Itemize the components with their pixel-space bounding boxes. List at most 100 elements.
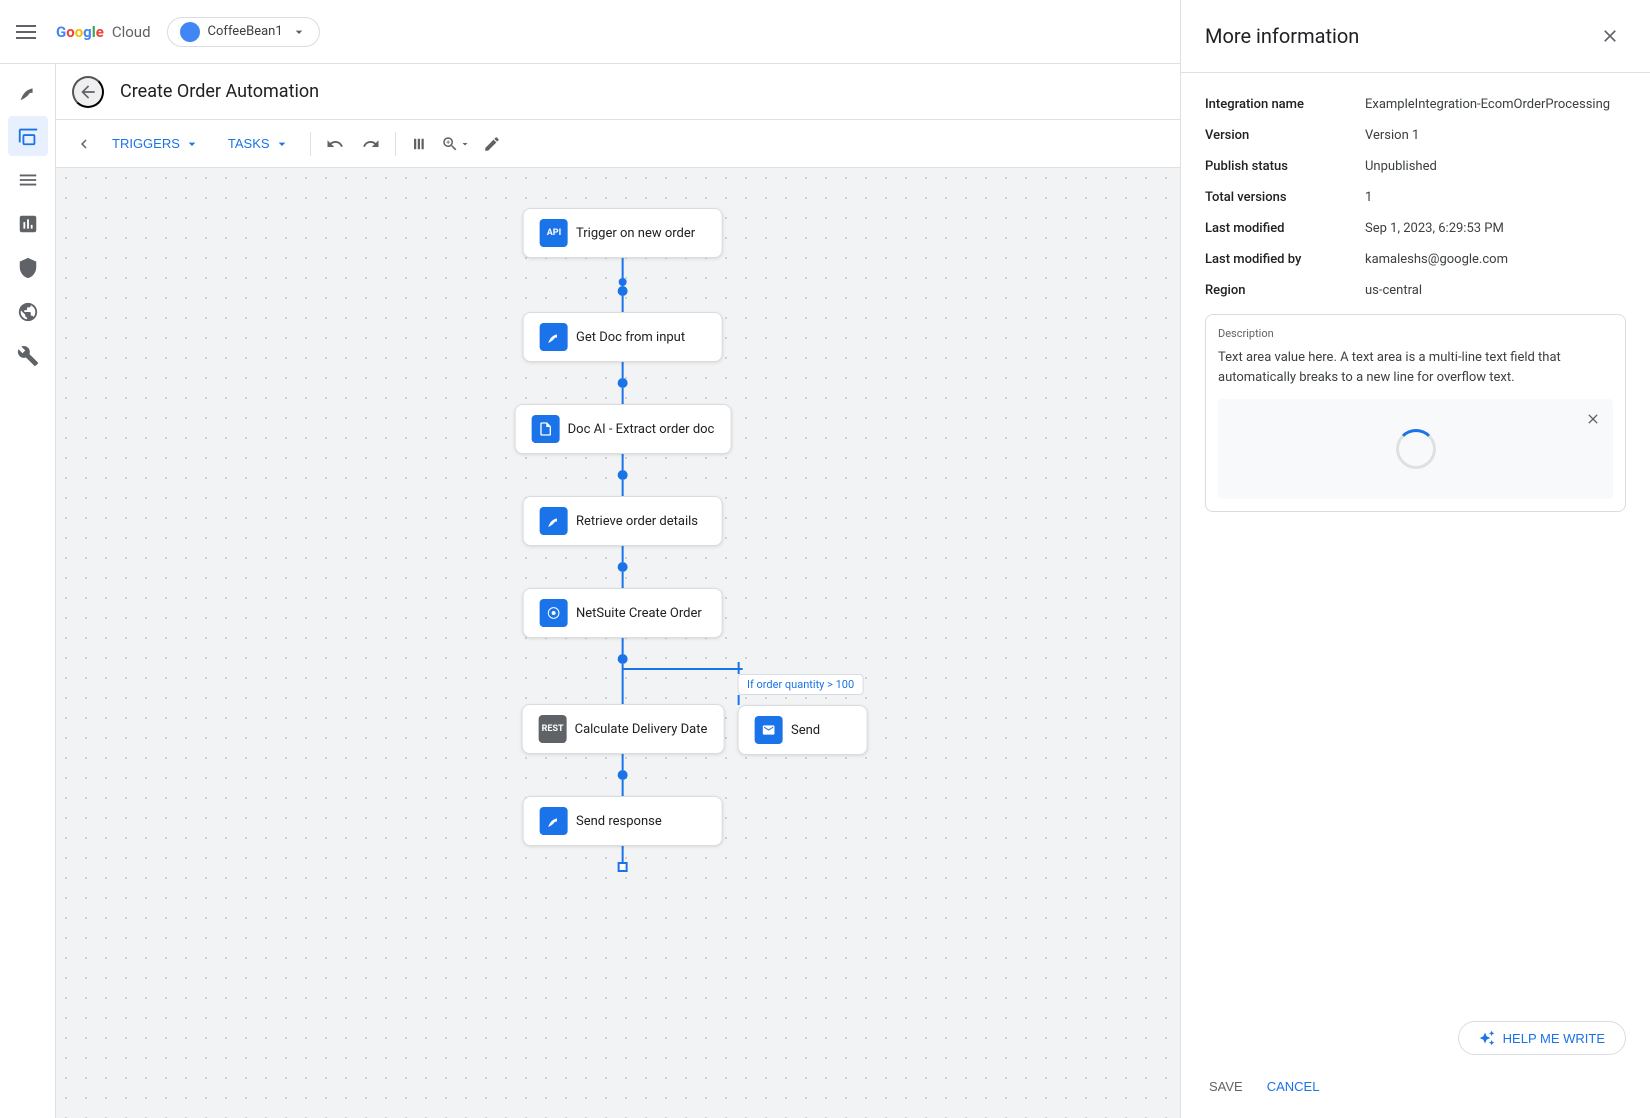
node-retrieve[interactable]: Retrieve order details — [523, 496, 723, 546]
description-label: Description — [1218, 327, 1613, 340]
save-button[interactable]: SAVE — [1205, 1071, 1247, 1102]
node-label-getdoc: Get Doc from input — [576, 330, 685, 345]
node-icon-rest: REST — [539, 715, 567, 743]
description-section: Description Text area value here. A text… — [1205, 314, 1626, 512]
tasks-button[interactable]: TASKS — [216, 130, 302, 158]
panel-footer: HELP ME WRITE SAVE CANCEL — [1181, 1005, 1650, 1118]
panel-content: Integration name ExampleIntegration-Ecom… — [1181, 73, 1650, 1005]
info-label: Total versions — [1205, 190, 1365, 205]
info-label: Integration name — [1205, 97, 1365, 112]
info-value: Version 1 — [1365, 128, 1419, 143]
connector-1 — [622, 258, 624, 286]
app-logo: Google Cloud — [56, 23, 151, 41]
info-row: Last modified Sep 1, 2023, 6:29:53 PM — [1205, 221, 1626, 236]
cancel-button[interactable]: CANCEL — [1263, 1071, 1324, 1102]
line-2 — [622, 362, 624, 378]
canvas[interactable]: API Trigger on new order Get Doc from in… — [56, 168, 1190, 1118]
node-icon-docai — [532, 415, 560, 443]
node-get-doc[interactable]: Get Doc from input — [523, 312, 723, 362]
sidebar-item-chart[interactable] — [8, 204, 48, 244]
divider-2 — [395, 132, 396, 156]
line-1b — [622, 296, 624, 312]
description-text: Text area value here. A text area is a m… — [1218, 348, 1613, 387]
cloud-label: Cloud — [112, 23, 151, 41]
info-row: Version Version 1 — [1205, 128, 1626, 143]
help-me-write-label: HELP ME WRITE — [1503, 1031, 1605, 1046]
node-icon-api: API — [540, 219, 568, 247]
pencil-button[interactable] — [476, 128, 508, 160]
left-sidebar — [0, 64, 56, 1118]
sidebar-item-integration[interactable] — [8, 72, 48, 112]
sidebar-item-list[interactable] — [8, 160, 48, 200]
divider-1 — [310, 132, 311, 156]
panel-close-button[interactable] — [1594, 20, 1626, 52]
hamburger-menu[interactable] — [16, 20, 40, 44]
undo-button[interactable] — [319, 128, 351, 160]
info-value: ExampleIntegration-EcomOrderProcessing — [1365, 97, 1610, 112]
info-row: Publish status Unpublished — [1205, 159, 1626, 174]
node-label-netsuite: NetSuite Create Order — [576, 606, 702, 621]
node-label-calc: Calculate Delivery Date — [575, 722, 708, 737]
info-row: Total versions 1 — [1205, 190, 1626, 205]
layout-button[interactable] — [404, 128, 436, 160]
branch-line — [623, 668, 743, 670]
sidebar-item-globe[interactable] — [8, 292, 48, 332]
node-icon-mail — [755, 716, 783, 744]
node-icon-connector-2 — [540, 507, 568, 535]
editor-close-icon[interactable] — [1581, 407, 1605, 431]
dot-4 — [618, 562, 628, 572]
help-me-write-button[interactable]: HELP ME WRITE — [1458, 1021, 1626, 1055]
main-branch — [618, 638, 628, 688]
back-button[interactable] — [72, 76, 104, 108]
google-g-logo: Google — [56, 23, 104, 41]
node-trigger[interactable]: API Trigger on new order — [523, 208, 723, 258]
info-row: Integration name ExampleIntegration-Ecom… — [1205, 97, 1626, 112]
sidebar-item-tools[interactable] — [8, 336, 48, 376]
node-calc-delivery[interactable]: REST Calculate Delivery Date — [522, 704, 725, 754]
account-name: CoffeeBean1 — [208, 24, 283, 39]
collapse-panel-btn[interactable] — [72, 132, 96, 156]
right-panel: More information Integration name Exampl… — [1180, 0, 1650, 1118]
line-7 — [622, 754, 624, 770]
panel-actions: SAVE CANCEL — [1205, 1071, 1626, 1102]
page-title: Create Order Automation — [120, 81, 319, 102]
line-6 — [622, 688, 624, 704]
loading-spinner — [1396, 429, 1436, 469]
line-7b — [622, 780, 624, 796]
line-8 — [622, 846, 624, 862]
account-selector[interactable]: CoffeeBean1 — [167, 17, 320, 47]
info-label: Version — [1205, 128, 1365, 143]
line-4 — [622, 546, 624, 562]
dot-7 — [618, 770, 628, 780]
redo-button[interactable] — [355, 128, 387, 160]
node-netsuite[interactable]: NetSuite Create Order — [523, 588, 723, 638]
triggers-button[interactable]: TRIGGERS — [100, 130, 212, 158]
node-send-email[interactable]: Send — [738, 705, 868, 755]
info-value: 1 — [1365, 190, 1372, 205]
node-send-response[interactable]: Send response — [523, 796, 723, 846]
account-avatar — [180, 22, 200, 42]
sidebar-item-shield[interactable] — [8, 248, 48, 288]
line-2b — [622, 388, 624, 404]
node-icon-netsuite — [540, 599, 568, 627]
panel-title: More information — [1205, 24, 1359, 48]
branch-right: If order quantity > 100 Send — [738, 662, 868, 755]
node-label-sendresp: Send response — [576, 814, 662, 829]
dot-2 — [618, 378, 628, 388]
line-4b — [622, 572, 624, 588]
line-3 — [622, 454, 624, 470]
node-docai[interactable]: Doc AI - Extract order doc — [515, 404, 732, 454]
chevron-down-icon — [291, 24, 307, 40]
dot-3 — [618, 470, 628, 480]
info-value: us-central — [1365, 283, 1422, 298]
info-value: Unpublished — [1365, 159, 1437, 174]
node-label-trigger: Trigger on new order — [576, 226, 695, 241]
info-row: Last modified by kamaleshs@google.com — [1205, 252, 1626, 267]
info-value: Sep 1, 2023, 6:29:53 PM — [1365, 221, 1504, 236]
flow-container: API Trigger on new order Get Doc from in… — [515, 208, 732, 872]
sidebar-item-active[interactable] — [8, 116, 48, 156]
info-label: Region — [1205, 283, 1365, 298]
line-3b — [622, 480, 624, 496]
zoom-button[interactable] — [440, 128, 472, 160]
info-rows: Integration name ExampleIntegration-Ecom… — [1205, 97, 1626, 298]
